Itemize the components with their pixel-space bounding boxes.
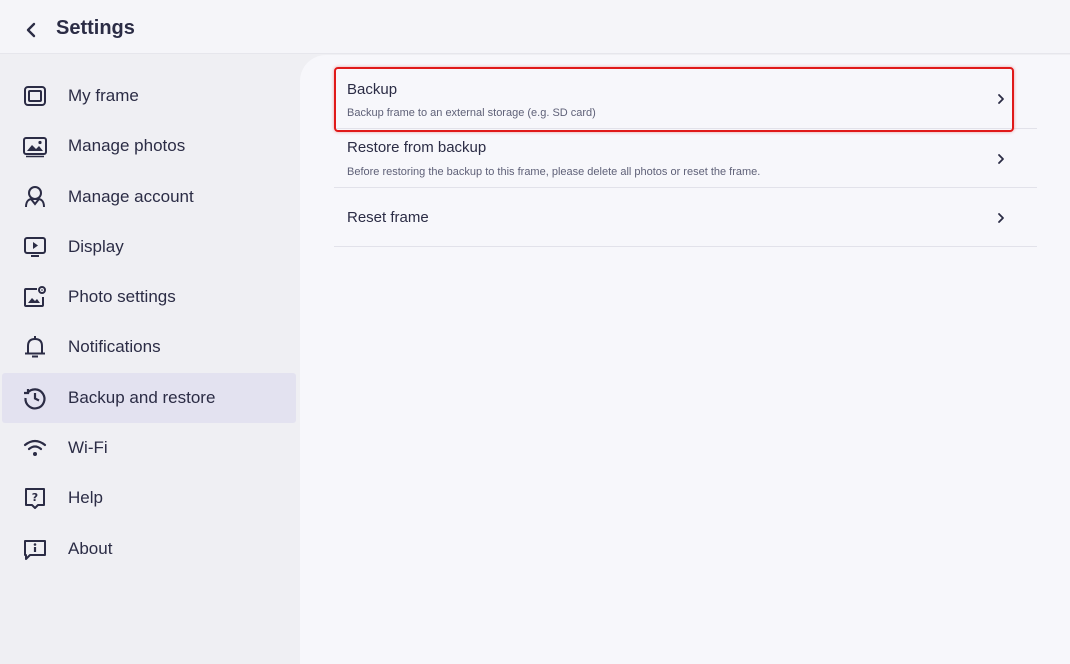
sidebar: My frame Manage photos Manage account Di… bbox=[0, 55, 300, 664]
row-subtitle: Backup frame to an external storage (e.g… bbox=[347, 107, 596, 119]
bell-icon bbox=[22, 334, 48, 360]
back-button[interactable] bbox=[18, 17, 44, 43]
sidebar-item-label: Help bbox=[68, 488, 103, 507]
help-icon: ? bbox=[22, 485, 48, 511]
sidebar-item-notifications[interactable]: Notifications bbox=[2, 322, 296, 372]
chevron-right-icon bbox=[995, 153, 1007, 165]
sidebar-item-label: Photo settings bbox=[68, 287, 176, 306]
photos-icon bbox=[22, 133, 48, 159]
sidebar-item-help[interactable]: ? Help bbox=[2, 473, 296, 523]
sidebar-item-label: About bbox=[68, 539, 113, 558]
backup-row[interactable]: Backup Backup frame to an external stora… bbox=[334, 69, 1037, 129]
chevron-right-icon bbox=[995, 93, 1007, 105]
sidebar-item-label: Backup and restore bbox=[68, 388, 216, 407]
chevron-right-icon bbox=[995, 212, 1007, 224]
sidebar-item-label: My frame bbox=[68, 86, 139, 105]
sidebar-item-label: Wi-Fi bbox=[68, 438, 108, 457]
sidebar-item-label: Manage photos bbox=[68, 136, 186, 155]
svg-text:?: ? bbox=[32, 491, 38, 504]
settings-content: Backup Backup frame to an external stora… bbox=[300, 55, 1070, 664]
row-subtitle: Before restoring the backup to this fram… bbox=[347, 166, 761, 178]
sidebar-item-display[interactable]: Display bbox=[2, 222, 296, 272]
sidebar-item-manage-photos[interactable]: Manage photos bbox=[2, 121, 296, 171]
sidebar-item-label: Notifications bbox=[68, 337, 161, 356]
sidebar-item-my-frame[interactable]: My frame bbox=[2, 71, 296, 121]
display-icon bbox=[22, 234, 48, 260]
info-icon bbox=[22, 536, 48, 562]
page-title: Settings bbox=[56, 17, 135, 39]
reset-frame-row[interactable]: Reset frame bbox=[334, 188, 1037, 247]
app-header: Settings bbox=[0, 0, 1070, 54]
row-title: Backup bbox=[347, 81, 398, 98]
sidebar-item-backup-and-restore[interactable]: Backup and restore bbox=[2, 373, 296, 423]
restore-from-backup-row[interactable]: Restore from backup Before restoring the… bbox=[334, 129, 1037, 188]
chevron-left-icon bbox=[26, 22, 36, 38]
sidebar-item-photo-settings[interactable]: Photo settings bbox=[2, 272, 296, 322]
sidebar-item-label: Manage account bbox=[68, 187, 194, 206]
sidebar-item-label: Display bbox=[68, 237, 124, 256]
row-title: Reset frame bbox=[347, 209, 429, 226]
wifi-icon bbox=[22, 435, 48, 461]
row-title: Restore from backup bbox=[347, 139, 487, 156]
frame-icon bbox=[22, 83, 48, 109]
history-icon bbox=[22, 385, 48, 411]
sidebar-item-manage-account[interactable]: Manage account bbox=[2, 172, 296, 222]
sidebar-item-about[interactable]: About bbox=[2, 524, 296, 574]
account-icon bbox=[22, 184, 48, 210]
photo-settings-icon bbox=[22, 284, 48, 310]
sidebar-item-wi-fi[interactable]: Wi-Fi bbox=[2, 423, 296, 473]
